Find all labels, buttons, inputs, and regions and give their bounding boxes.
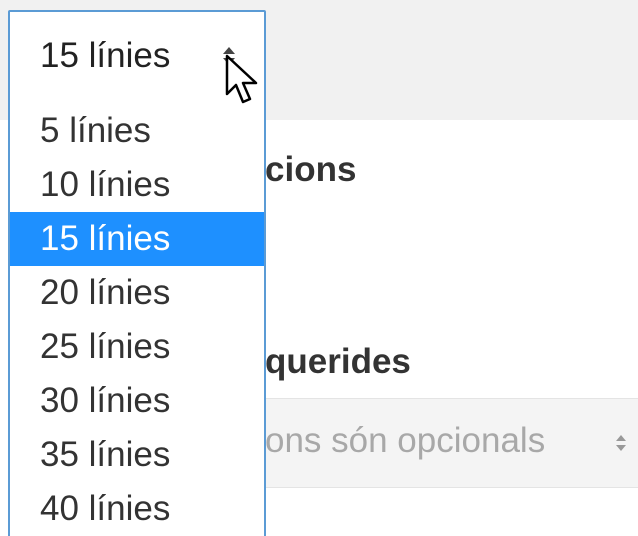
section-heading-requerides: querides bbox=[265, 342, 411, 381]
dropdown-option[interactable]: 20 línies bbox=[10, 266, 264, 320]
sort-arrows-icon bbox=[616, 435, 626, 451]
dropdown-option-selected[interactable]: 15 línies bbox=[10, 212, 264, 266]
dropdown-option[interactable]: 30 línies bbox=[10, 374, 264, 428]
dropdown-option[interactable]: 10 línies bbox=[10, 158, 264, 212]
lines-per-page-dropdown: 5 línies 10 línies 15 línies 20 línies 2… bbox=[8, 100, 266, 536]
section-heading-opcions: cions bbox=[265, 150, 357, 189]
optional-fields-select[interactable]: ons són opcionals bbox=[265, 398, 638, 488]
optional-fields-select-placeholder: ons són opcionals bbox=[265, 421, 546, 460]
dropdown-option[interactable]: 35 línies bbox=[10, 428, 264, 482]
lines-per-page-select-value: 15 línies bbox=[40, 36, 171, 75]
dropdown-option[interactable]: 40 línies bbox=[10, 482, 264, 536]
mouse-pointer-icon bbox=[225, 54, 258, 104]
dropdown-option[interactable]: 25 línies bbox=[10, 320, 264, 374]
